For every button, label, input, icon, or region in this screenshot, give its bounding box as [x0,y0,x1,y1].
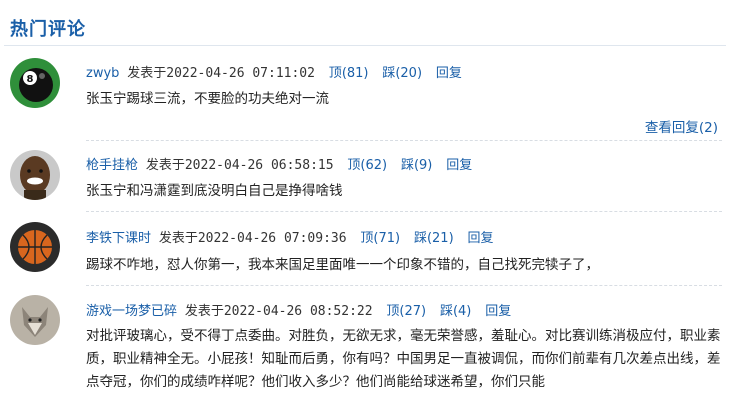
comment-text: 踢球不咋地，怼人你第一，我本来国足里面唯一一个印象不错的，自己找死完犊子了， [86,257,599,273]
comment-divider [86,285,722,286]
posted-at-label: 发表于 [184,304,224,319]
basketball-icon [10,222,60,272]
comment-meta: 李铁下课时 发表于2022-04-26 07:09:36 顶(71) 踩(21)… [86,227,493,246]
billiard-ball-icon: 8 [10,58,60,108]
comment-text: 对批评玻璃心，受不得丁点委曲。对胜负，无欲无求，毫无荣誉感，羞耻心。对比赛训练消… [86,328,721,390]
comment-time: 2022-04-26 07:11:02 [166,66,315,81]
comment-text: 张玉宁和冯潇霆到底没明白自己是挣得啥钱 [86,183,343,199]
comment-text: 张玉宁踢球三流，不要脸的功夫绝对一流 [86,91,329,107]
section-title: 热门评论 [10,19,86,40]
smiling-man-icon [10,150,60,200]
avatar[interactable] [10,222,60,272]
comment-meta: 枪手挂枪 发表于2022-04-26 06:58:15 顶(62) 踩(9) 回… [86,154,472,173]
comment-username[interactable]: 游戏一场梦已碎 [86,304,177,319]
downvote-button[interactable]: 踩(4) [440,304,471,319]
posted-at-label: 发表于 [158,231,198,246]
reply-button[interactable]: 回复 [446,158,472,173]
upvote-button[interactable]: 顶(62) [347,158,387,173]
comment-divider [86,211,722,212]
comment-meta: 游戏一场梦已碎 发表于2022-04-26 08:52:22 顶(27) 踩(4… [86,300,511,319]
downvote-button[interactable]: 踩(9) [401,158,432,173]
comment-username[interactable]: zwyb [86,66,119,81]
avatar[interactable]: 8 [10,58,60,108]
comment-time: 2022-04-26 07:09:36 [197,231,347,246]
posted-at-label: 发表于 [145,158,185,173]
svg-text:8: 8 [27,74,34,85]
avatar[interactable] [10,295,60,345]
comment-divider [86,140,722,141]
reply-button[interactable]: 回复 [467,231,493,246]
upvote-button[interactable]: 顶(71) [360,231,400,246]
upvote-button[interactable]: 顶(27) [386,304,426,319]
title-divider [4,45,726,46]
comment-username[interactable]: 枪手挂枪 [86,158,138,173]
comment-meta: zwyb 发表于2022-04-26 07:11:02 顶(81) 踩(20) … [86,62,462,81]
comment-username[interactable]: 李铁下课时 [86,231,151,246]
posted-at-label: 发表于 [127,66,167,81]
downvote-button[interactable]: 踩(21) [414,231,454,246]
comment-time: 2022-04-26 08:52:22 [223,304,373,319]
upvote-button[interactable]: 顶(81) [329,66,369,81]
comment-time: 2022-04-26 06:58:15 [184,158,334,173]
view-replies-link[interactable]: 查看回复(2) [645,116,718,136]
downvote-button[interactable]: 踩(20) [382,66,422,81]
reply-button[interactable]: 回复 [485,304,511,319]
reply-button[interactable]: 回复 [436,66,462,81]
avatar[interactable] [10,150,60,200]
wolf-icon [10,295,60,345]
hot-comments-panel: 热门评论 8 zwyb 发表于2022-04-26 07:11:02 顶(81)… [0,0,734,401]
